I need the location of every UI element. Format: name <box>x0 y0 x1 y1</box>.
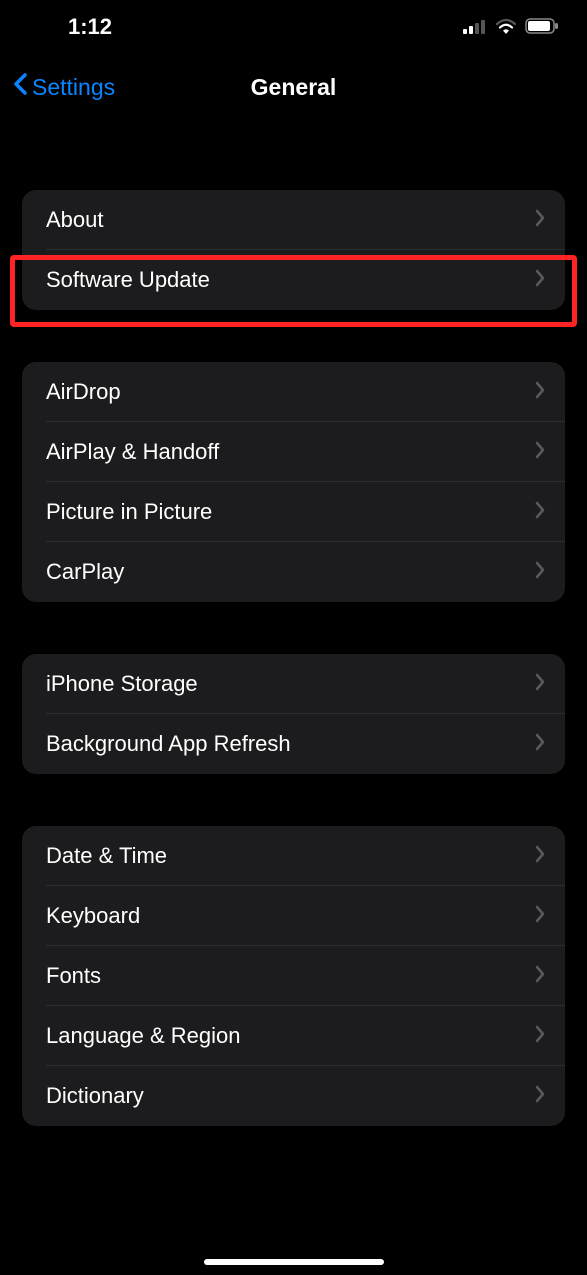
row-label: CarPlay <box>46 559 124 585</box>
row-software-update[interactable]: Software Update <box>22 250 565 310</box>
row-iphone-storage[interactable]: iPhone Storage <box>22 654 565 714</box>
status-indicators <box>463 14 559 40</box>
content: About Software Update AirDrop AirPlay & … <box>0 190 587 1126</box>
cellular-icon <box>463 14 487 40</box>
home-indicator[interactable] <box>204 1259 384 1265</box>
row-label: Keyboard <box>46 903 140 929</box>
row-picture-in-picture[interactable]: Picture in Picture <box>22 482 565 542</box>
page-title: General <box>251 74 337 101</box>
chevron-right-icon <box>535 561 545 584</box>
status-time: 1:12 <box>68 14 112 40</box>
row-airplay-handoff[interactable]: AirPlay & Handoff <box>22 422 565 482</box>
row-dictionary[interactable]: Dictionary <box>22 1066 565 1126</box>
row-label: AirPlay & Handoff <box>46 439 219 465</box>
chevron-left-icon <box>12 72 28 102</box>
chevron-right-icon <box>535 965 545 988</box>
chevron-right-icon <box>535 1025 545 1048</box>
row-label: Date & Time <box>46 843 167 869</box>
row-label: AirDrop <box>46 379 121 405</box>
chevron-right-icon <box>535 209 545 232</box>
chevron-right-icon <box>535 441 545 464</box>
row-language-region[interactable]: Language & Region <box>22 1006 565 1066</box>
chevron-right-icon <box>535 501 545 524</box>
status-bar: 1:12 <box>0 0 587 54</box>
row-keyboard[interactable]: Keyboard <box>22 886 565 946</box>
row-label: iPhone Storage <box>46 671 198 697</box>
chevron-right-icon <box>535 1085 545 1108</box>
wifi-icon <box>495 14 517 40</box>
row-label: Picture in Picture <box>46 499 212 525</box>
row-about[interactable]: About <box>22 190 565 250</box>
row-label: Background App Refresh <box>46 731 291 757</box>
row-label: Fonts <box>46 963 101 989</box>
settings-group-4: Date & Time Keyboard Fonts Language & Re… <box>22 826 565 1126</box>
row-carplay[interactable]: CarPlay <box>22 542 565 602</box>
chevron-right-icon <box>535 381 545 404</box>
settings-group-3: iPhone Storage Background App Refresh <box>22 654 565 774</box>
row-label: Language & Region <box>46 1023 241 1049</box>
settings-group-2: AirDrop AirPlay & Handoff Picture in Pic… <box>22 362 565 602</box>
chevron-right-icon <box>535 269 545 292</box>
row-airdrop[interactable]: AirDrop <box>22 362 565 422</box>
nav-bar: Settings General <box>0 54 587 120</box>
row-fonts[interactable]: Fonts <box>22 946 565 1006</box>
row-background-app-refresh[interactable]: Background App Refresh <box>22 714 565 774</box>
battery-icon <box>525 14 559 40</box>
back-button[interactable]: Settings <box>12 72 115 102</box>
row-date-time[interactable]: Date & Time <box>22 826 565 886</box>
chevron-right-icon <box>535 905 545 928</box>
row-label: Software Update <box>46 267 210 293</box>
back-label: Settings <box>32 74 115 101</box>
settings-group-1: About Software Update <box>22 190 565 310</box>
chevron-right-icon <box>535 673 545 696</box>
chevron-right-icon <box>535 733 545 756</box>
chevron-right-icon <box>535 845 545 868</box>
row-label: Dictionary <box>46 1083 144 1109</box>
row-label: About <box>46 207 104 233</box>
